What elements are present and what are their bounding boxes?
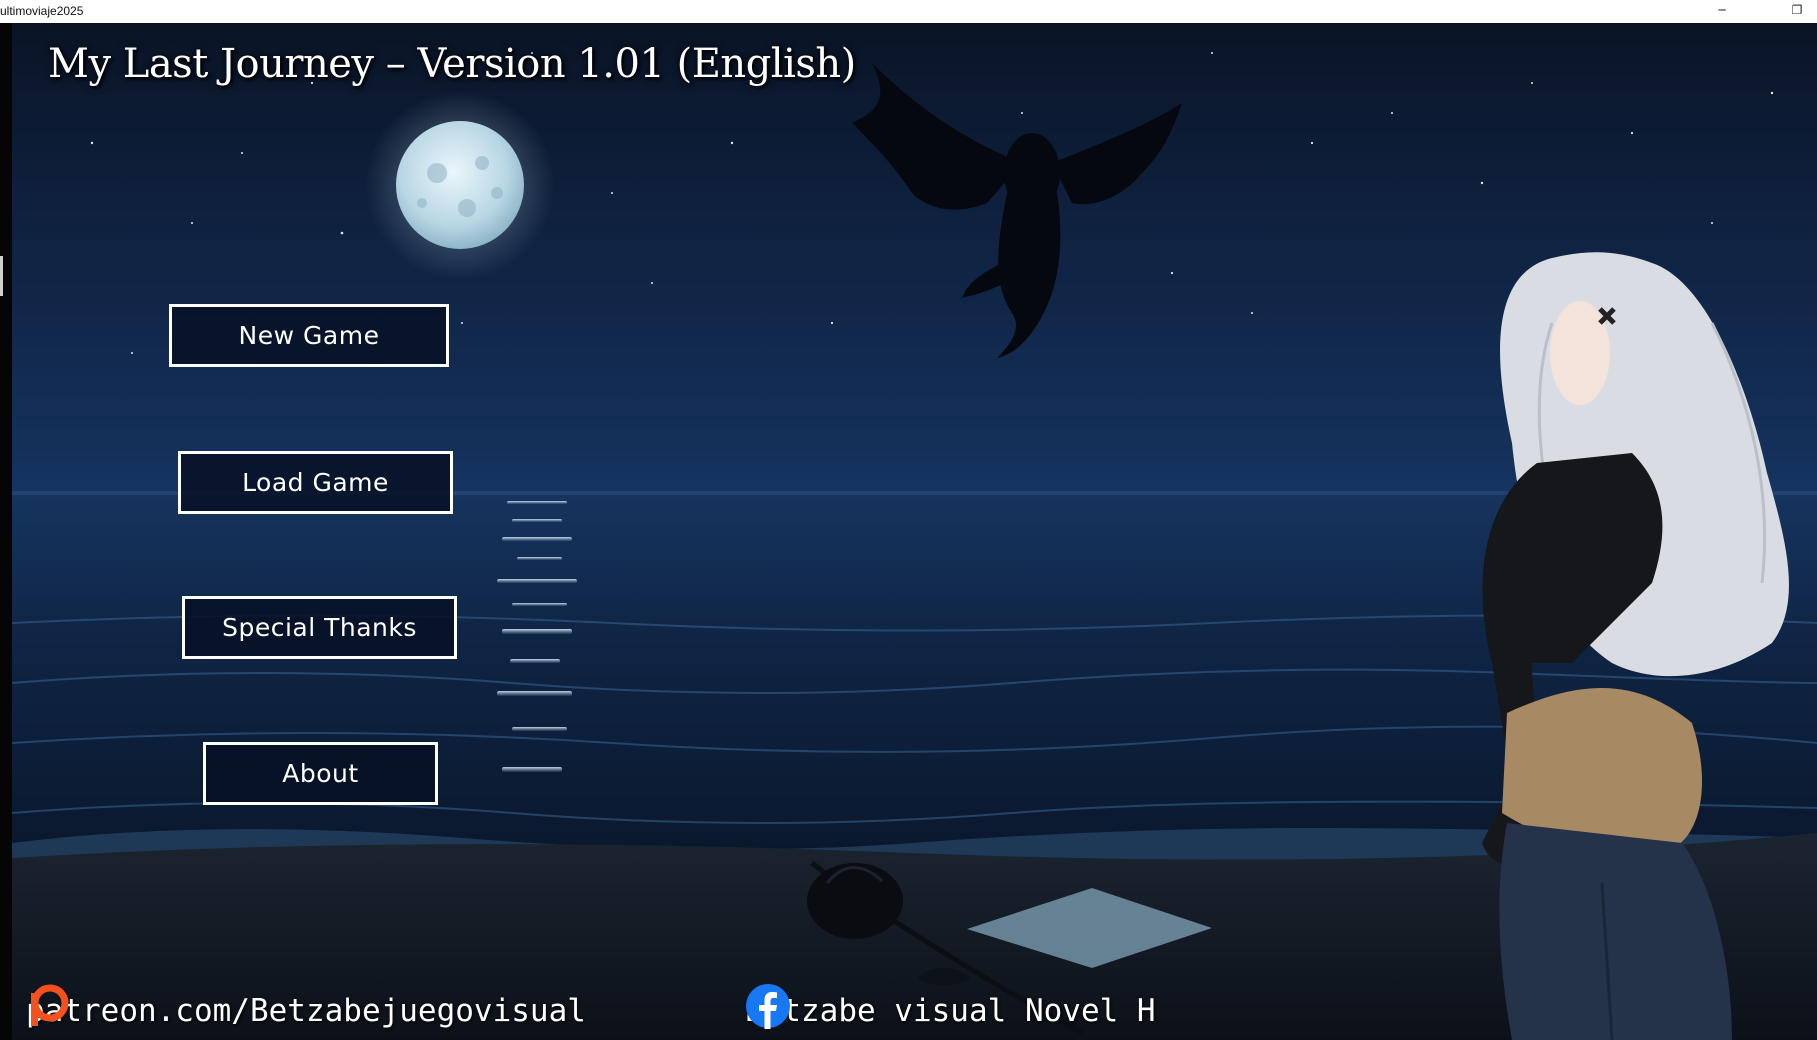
- new-game-button[interactable]: New Game: [169, 304, 449, 367]
- facebook-icon: [746, 984, 790, 1029]
- game-scene: My Last Journey – Version 1.01 (English)…: [12, 23, 1817, 1040]
- load-game-button[interactable]: Load Game: [178, 451, 453, 514]
- minimize-button[interactable]: ─: [1702, 0, 1742, 23]
- window-title: ultimoviaje2025: [0, 4, 84, 18]
- left-edge-bar: [0, 23, 12, 1040]
- facebook-page-name: Betzabe visual Novel H: [745, 992, 1156, 1029]
- patreon-link[interactable]: patreon.com/Betzabejuegovisual: [26, 983, 586, 1038]
- winged-silhouette: [852, 63, 1182, 358]
- patreon-icon: [31, 984, 69, 1026]
- patreon-url: patreon.com/Betzabejuegovisual: [26, 992, 586, 1029]
- game-title: My Last Journey – Version 1.01 (English): [48, 41, 856, 87]
- scroll-marker: [0, 256, 3, 296]
- facebook-link[interactable]: Betzabe visual Novel H: [745, 983, 1156, 1038]
- window-titlebar: ultimoviaje2025 ─ ❐: [0, 0, 1817, 24]
- background-art: [12, 52, 1817, 1040]
- about-button[interactable]: About: [203, 742, 438, 805]
- moon: [396, 121, 524, 249]
- restore-button[interactable]: ❐: [1777, 0, 1817, 23]
- special-thanks-button[interactable]: Special Thanks: [182, 596, 457, 659]
